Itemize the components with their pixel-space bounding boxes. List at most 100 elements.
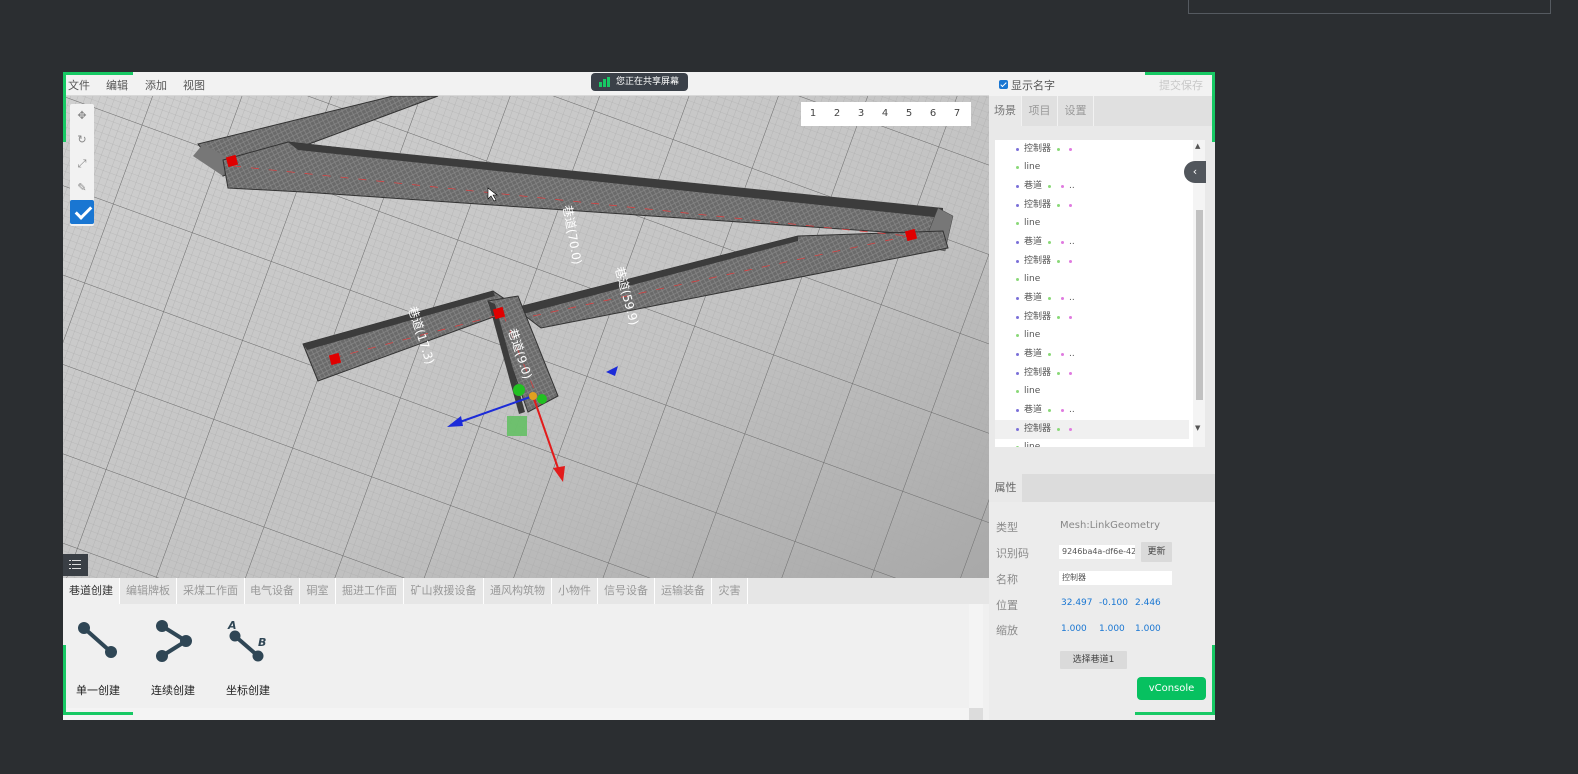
transform-toolbar: ✥ ↻ ⤢ ✎ — [70, 104, 94, 226]
tree-item-controller[interactable]: 控制器 — [995, 308, 1189, 327]
palette-vertical-scrollbar[interactable] — [969, 604, 983, 720]
share-corner-bottom-left — [63, 712, 133, 715]
tab-chamber[interactable]: 硐室 — [300, 578, 336, 604]
right-panel: 场景 项目 设置 控制器 line 巷道.. 控制器 line 巷道.. 控制器… — [989, 96, 1215, 720]
tab-tunnel-create[interactable]: 巷道创建 — [63, 578, 120, 604]
show-names-label: 显示名字 — [1011, 79, 1055, 92]
tab-heading-face[interactable]: 掘进工作面 — [336, 578, 404, 604]
edit-icon[interactable]: ✎ — [76, 182, 88, 194]
tree-item-tunnel[interactable]: 巷道.. — [995, 345, 1189, 364]
tab-coal-face[interactable]: 采煤工作面 — [177, 578, 245, 604]
tree-item-controller[interactable]: 控制器 — [995, 364, 1189, 383]
tree-item-controller[interactable]: 控制器 — [995, 252, 1189, 271]
move-icon[interactable]: ✥ — [76, 110, 88, 122]
name-field[interactable]: 控制器 — [1059, 571, 1172, 585]
tab-transport[interactable]: 运输装备 — [655, 578, 712, 604]
share-corner-bottom-right — [1135, 712, 1215, 715]
svg-text:A: A — [227, 619, 237, 632]
tab-signal[interactable]: 信号设备 — [598, 578, 655, 604]
position-label: 位置 — [996, 599, 1018, 612]
properties-header: 属性 — [989, 474, 1215, 502]
tree-item-controller[interactable]: 控制器 — [995, 196, 1189, 215]
tree-item-line[interactable]: line — [995, 382, 1189, 401]
position-x[interactable]: 32.497 — [1061, 598, 1093, 608]
position-y[interactable]: -0.100 — [1099, 598, 1128, 608]
rotate-icon[interactable]: ↻ — [76, 134, 88, 146]
tree-scrollbar[interactable]: ▲ ▼ — [1193, 140, 1205, 447]
scale-x[interactable]: 1.000 — [1061, 624, 1087, 634]
coordinate-create-button[interactable]: A B 坐标创建 — [213, 618, 283, 698]
scale-icon[interactable]: ⤢ — [76, 158, 88, 170]
scroll-up-icon[interactable]: ▲ — [1195, 142, 1200, 150]
svg-text:B: B — [258, 636, 266, 649]
continuous-create-button[interactable]: 连续创建 — [138, 618, 208, 698]
tab-rescue[interactable]: 矿山救援设备 — [404, 578, 484, 604]
tree-scrollbar-thumb[interactable] — [1196, 210, 1203, 400]
page-tab-7[interactable]: 7 — [945, 102, 969, 126]
menu-add[interactable]: 添加 — [145, 77, 167, 93]
page-tab-1[interactable]: 1 — [801, 102, 825, 126]
page-tab-3[interactable]: 3 — [849, 102, 873, 126]
scene-canvas[interactable]: 巷道(70.0) 巷道(59.9) 巷道(17.3) 巷道(9.0) — [63, 96, 989, 578]
snap-checkbox[interactable] — [70, 200, 94, 224]
tree-item-line[interactable]: line — [995, 438, 1189, 447]
select-tunnel-button[interactable]: 选择巷道1 — [1060, 651, 1127, 669]
scale-y[interactable]: 1.000 — [1099, 624, 1125, 634]
palette-horizontal-scrollbar[interactable] — [63, 708, 969, 720]
share-corner-top-left — [63, 72, 133, 75]
page-tab-5[interactable]: 5 — [897, 102, 921, 126]
list-menu-icon[interactable] — [63, 554, 88, 576]
menu-file[interactable]: 文件 — [68, 77, 90, 93]
share-corner-top-left-v — [63, 72, 66, 142]
tree-item-line[interactable]: line — [995, 326, 1189, 345]
continuous-create-label: 连续创建 — [151, 684, 195, 697]
top-right-outline-box — [1188, 0, 1551, 14]
tree-item-tunnel[interactable]: 巷道.. — [995, 177, 1189, 196]
tab-ventilation[interactable]: 通风构筑物 — [484, 578, 552, 604]
palette-tabs: 巷道创建 编辑牌板 采煤工作面 电气设备 硐室 掘进工作面 矿山救援设备 通风构… — [63, 578, 989, 604]
tab-scene[interactable]: 场景 — [989, 96, 1022, 126]
coordinate-create-label: 坐标创建 — [226, 684, 270, 697]
id-label: 识别码 — [996, 547, 1029, 560]
tree-item-line[interactable]: line — [995, 270, 1189, 289]
scene-tree[interactable]: 控制器 line 巷道.. 控制器 line 巷道.. 控制器 line 巷道.… — [995, 140, 1205, 447]
tree-item-tunnel[interactable]: 巷道.. — [995, 289, 1189, 308]
tree-item-line[interactable]: line — [995, 214, 1189, 233]
tree-item-line[interactable]: line — [995, 158, 1189, 177]
single-create-button[interactable]: 单一创建 — [63, 618, 133, 698]
tree-item-tunnel[interactable]: 巷道.. — [995, 401, 1189, 420]
page-tab-2[interactable]: 2 — [825, 102, 849, 126]
position-z[interactable]: 2.446 — [1135, 598, 1161, 608]
scroll-down-icon[interactable]: ▼ — [1195, 424, 1200, 432]
tab-settings[interactable]: 设置 — [1058, 96, 1094, 126]
type-label: 类型 — [996, 521, 1018, 534]
update-button[interactable]: 更新 — [1141, 542, 1172, 562]
scene-viewport[interactable]: 巷道(70.0) 巷道(59.9) 巷道(17.3) 巷道(9.0) ✥ ↻ ⤢… — [63, 96, 989, 578]
menu-view[interactable]: 视图 — [183, 77, 205, 93]
collapse-panel-chevron-icon[interactable]: ‹ — [1184, 161, 1206, 183]
tree-item-controller[interactable]: 控制器 — [995, 140, 1189, 159]
show-names-checkbox[interactable] — [999, 80, 1008, 89]
scale-z[interactable]: 1.000 — [1135, 624, 1161, 634]
submit-save-button[interactable]: 提交保存 — [1159, 77, 1203, 93]
tab-disaster[interactable]: 灾害 — [712, 578, 748, 604]
id-field[interactable]: 9246ba4a-df6e-42 — [1059, 545, 1135, 559]
tab-edit-board[interactable]: 编辑牌板 — [120, 578, 177, 604]
tab-small-items[interactable]: 小物件 — [552, 578, 598, 604]
page-tab-4[interactable]: 4 — [873, 102, 897, 126]
type-value: Mesh:LinkGeometry — [1060, 520, 1161, 531]
share-corner-top-right-v — [1212, 72, 1215, 142]
tab-project[interactable]: 项目 — [1022, 96, 1058, 126]
tree-item-tunnel[interactable]: 巷道.. — [995, 233, 1189, 252]
single-create-icon — [78, 622, 117, 658]
page-tab-6[interactable]: 6 — [921, 102, 945, 126]
editor-window: 文件 编辑 添加 视图 您正在共享屏幕 显示名字 提交保存 巷道(70.0) 巷… — [63, 72, 1215, 720]
menu-edit[interactable]: 编辑 — [106, 77, 128, 93]
vconsole-button[interactable]: vConsole — [1137, 677, 1206, 700]
tree-item-controller-selected[interactable]: 控制器 — [995, 420, 1189, 439]
menu-bar: 文件 编辑 添加 视图 — [63, 72, 989, 96]
coordinate-create-icon: A B — [227, 619, 266, 662]
tab-electrical[interactable]: 电气设备 — [245, 578, 300, 604]
screen-share-banner[interactable]: 您正在共享屏幕 — [591, 73, 688, 91]
name-label: 名称 — [996, 573, 1018, 586]
